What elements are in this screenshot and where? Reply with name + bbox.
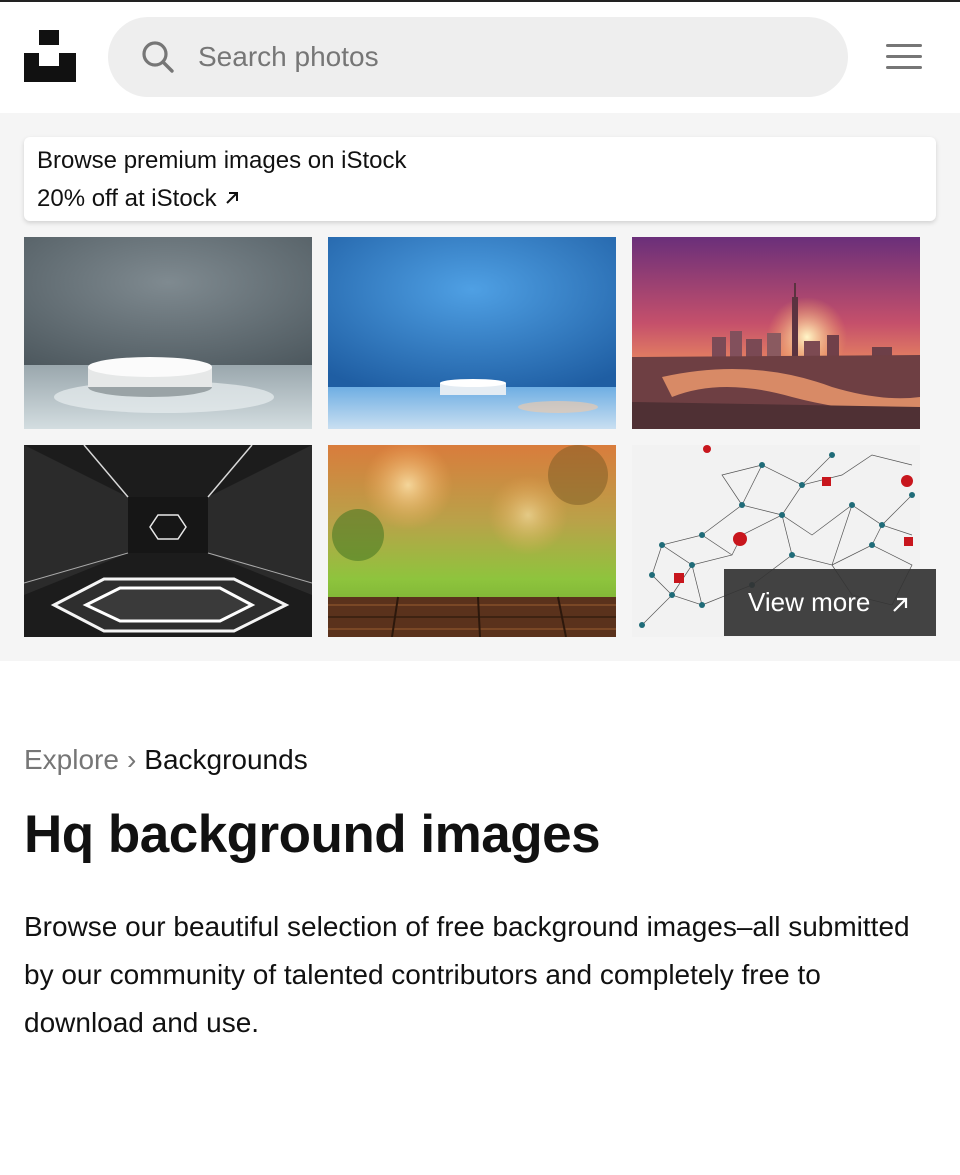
- site-header: [0, 2, 960, 113]
- breadcrumb-backgrounds-link[interactable]: Backgrounds: [144, 744, 307, 775]
- istock-image-city-sunset[interactable]: [632, 237, 920, 429]
- breadcrumb-separator: ›: [126, 744, 137, 775]
- istock-promo-section: Browse premium images on iStock 20% off …: [0, 113, 960, 661]
- arrow-up-right-icon: [223, 186, 241, 214]
- page-description: Browse our beautiful selection of free b…: [24, 911, 910, 1038]
- istock-offer-label: 20% off at iStock: [37, 185, 217, 212]
- istock-promo-link[interactable]: Browse premium images on iStock 20% off …: [24, 137, 936, 221]
- search-icon[interactable]: [140, 39, 176, 75]
- search-input[interactable]: [198, 17, 818, 97]
- hamburger-menu-icon[interactable]: [884, 42, 924, 72]
- arrow-up-right-icon: [890, 591, 910, 622]
- istock-promo-offer[interactable]: 20% off at iStock: [37, 185, 241, 214]
- istock-image-forest-table[interactable]: [328, 445, 616, 637]
- view-more-button[interactable]: View more: [724, 569, 936, 636]
- istock-image-neon-hexagon-room[interactable]: [24, 445, 312, 637]
- istock-image-blue-podium[interactable]: [328, 237, 616, 429]
- istock-promo-title: Browse premium images on iStock: [37, 147, 407, 174]
- unsplash-logo-icon[interactable]: [24, 30, 76, 82]
- page-title: Hq background images: [24, 805, 601, 864]
- view-more-label: View more: [748, 587, 871, 617]
- search-bar[interactable]: [108, 17, 848, 97]
- breadcrumb: Explore › Backgrounds: [24, 744, 308, 776]
- istock-image-grey-podium[interactable]: [24, 237, 312, 429]
- breadcrumb-explore-link[interactable]: Explore: [24, 744, 119, 775]
